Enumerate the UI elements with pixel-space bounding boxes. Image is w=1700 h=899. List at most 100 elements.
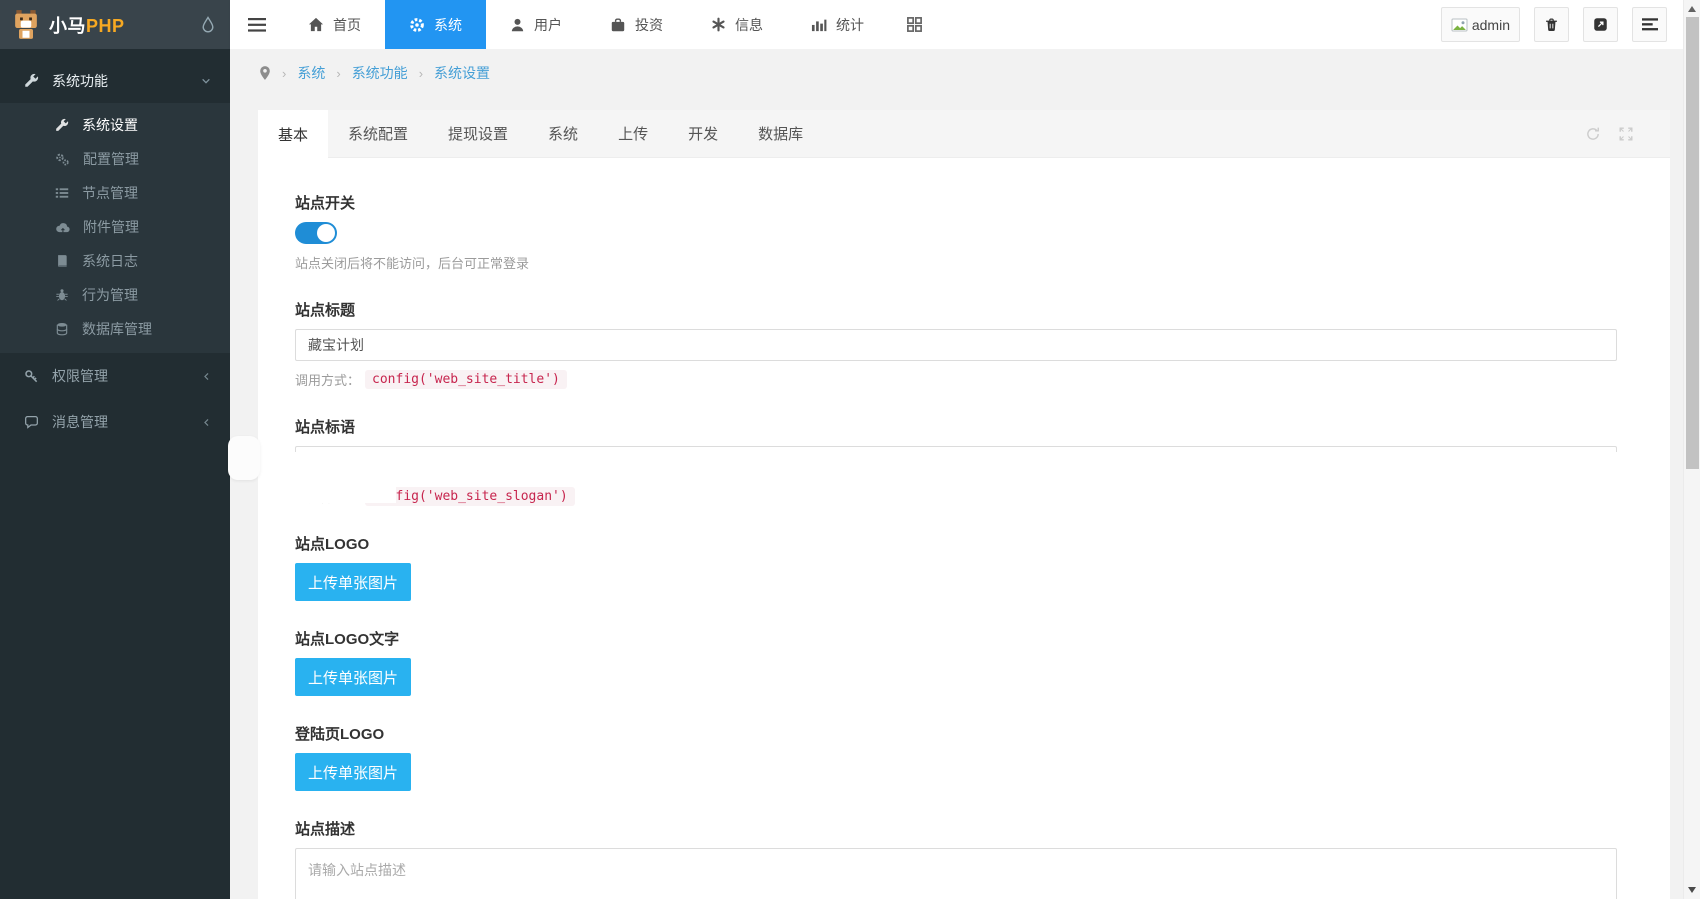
home-icon [308,17,324,32]
sidebar-section-permission-management[interactable]: 权限管理 [0,353,230,399]
field-site-description: 站点描述 [295,818,1617,899]
sidebar-section-label: 消息管理 [52,414,108,430]
sidebar-edge-handle[interactable] [228,436,260,480]
field-label: 站点LOGO [295,536,370,553]
tab-withdraw-settings[interactable]: 提现设置 [428,110,528,157]
tab-basic[interactable]: 基本 [258,110,329,158]
database-icon [55,322,69,336]
field-hint: 调用方式： config('web_site_title') [295,370,1617,389]
sidebar-section-message-management[interactable]: 消息管理 [0,399,230,445]
map-pin-icon [259,65,271,81]
user-menu-button[interactable]: admin [1440,7,1520,42]
list-icon [55,186,69,200]
briefcase-icon [610,17,626,33]
vertical-scrollbar[interactable] [1683,0,1700,899]
key-icon [24,369,39,384]
breadcrumb-link-system[interactable]: 系统 [297,63,325,83]
hint-text: 站点关闭后将不能访问，后台可正常登录 [295,256,530,271]
field-label: 登陆页LOGO [295,726,385,743]
external-link-button[interactable] [1583,7,1618,42]
tab-development[interactable]: 开发 [668,110,738,157]
bar-chart-icon [811,17,827,32]
comment-icon [24,415,39,430]
upload-image-button[interactable]: 上传单张图片 [295,753,411,791]
tab-label: 数据库 [758,126,804,143]
site-description-textarea[interactable] [295,848,1617,899]
log-list-button[interactable] [1632,7,1667,42]
sidebar-section-label: 权限管理 [52,368,108,384]
chevron-left-icon [201,417,212,428]
broken-avatar-icon [1451,17,1469,33]
sidebar-menu: 系统功能 系统设置 配置管理 节点管理 附件管理 系统日志 行为管理 数据库管理… [0,49,230,445]
tab-upload[interactable]: 上传 [598,110,668,157]
site-title-input[interactable] [295,329,1617,361]
sidebar-item-label: 数据库管理 [82,321,152,337]
field-site-title: 站点标题 调用方式： config('web_site_title') [295,299,1617,389]
field-site-logo: 站点LOGO 上传单张图片 [295,533,1617,601]
scrollbar-thumb[interactable] [1686,17,1699,469]
scroll-down-arrow-icon[interactable] [1688,887,1696,893]
refresh-icon[interactable] [1585,126,1601,142]
sidebar-item-behavior-management[interactable]: 行为管理 [0,278,230,312]
bug-icon [55,288,69,302]
hint-prefix: 调用方式： [295,373,361,388]
upload-image-button[interactable]: 上传单张图片 [295,658,411,696]
tab-database[interactable]: 数据库 [738,110,823,157]
upload-image-button[interactable]: 上传单张图片 [295,563,411,601]
nav-item-statistics[interactable]: 统计 [787,0,888,49]
tab-label: 基本 [278,126,309,144]
site-switch-toggle[interactable] [295,222,337,244]
field-login-logo: 登陆页LOGO 上传单张图片 [295,723,1617,791]
tab-label: 系统配置 [348,126,409,143]
breadcrumb-link-system-settings[interactable]: 系统设置 [434,63,490,83]
breadcrumb-separator: › [336,65,341,81]
scroll-up-arrow-icon[interactable] [1688,6,1696,12]
settings-card: 基本 系统配置 提现设置 系统 上传 开发 数据库 站点开关 站点关闭后将不能访… [258,110,1670,899]
sidebar-item-attachment-management[interactable]: 附件管理 [0,210,230,244]
brand-en: PHP [86,15,125,36]
sidebar-item-label: 系统设置 [82,117,138,133]
code-snippet: config('web_site_title') [365,370,567,389]
sidebar-item-node-management[interactable]: 节点管理 [0,176,230,210]
trash-icon [1544,17,1559,33]
nav-item-investment[interactable]: 投资 [586,0,687,49]
tab-system[interactable]: 系统 [528,110,598,157]
nav-item-label: 信息 [735,16,763,33]
expand-icon[interactable] [1618,126,1634,142]
field-label: 站点标题 [295,302,356,319]
grid-apps-icon[interactable] [888,0,941,49]
nav-item-label: 用户 [534,16,562,33]
nav-item-system[interactable]: 系统 [385,0,486,49]
tab-system-config[interactable]: 系统配置 [328,110,428,157]
tab-label: 上传 [618,126,649,143]
tab-strip-tools [1585,110,1670,157]
tab-label: 开发 [688,126,719,143]
water-drop-icon [200,15,216,34]
sidebar-submenu: 系统设置 配置管理 节点管理 附件管理 系统日志 行为管理 数据库管理 [0,103,230,353]
sidebar-item-system-settings[interactable]: 系统设置 [0,108,230,142]
field-label: 站点描述 [295,821,356,838]
nav-item-information[interactable]: 信息 [687,0,787,49]
hamburger-menu-icon[interactable] [230,0,284,49]
gear-icon [409,17,425,33]
tab-strip: 基本 系统配置 提现设置 系统 上传 开发 数据库 [258,110,1670,158]
tab-label: 提现设置 [448,126,509,143]
field-label: 站点LOGO文字 [295,631,400,648]
top-navbar: 首页 系统 用户 投资 信息 统计 admin [230,0,1683,49]
trash-button[interactable] [1534,7,1569,42]
sidebar-group-system-functions[interactable]: 系统功能 [0,58,230,103]
nav-item-label: 投资 [635,16,663,33]
nav-item-users[interactable]: 用户 [486,0,586,49]
breadcrumb: › 系统 › 系统功能 › 系统设置 [230,49,1683,97]
list-lines-icon [1641,18,1658,31]
sidebar-item-config-management[interactable]: 配置管理 [0,142,230,176]
render-glitch-overlay [258,479,396,503]
breadcrumb-link-system-functions[interactable]: 系统功能 [352,63,408,83]
code-snippet: config('web_site_slogan') [365,487,575,506]
nav-item-label: 统计 [836,16,864,33]
nav-item-home[interactable]: 首页 [284,0,385,49]
sidebar-item-database-management[interactable]: 数据库管理 [0,312,230,346]
sidebar-item-system-log[interactable]: 系统日志 [0,244,230,278]
topnav-right-tools: admin [1440,0,1683,49]
sidebar-item-label: 附件管理 [83,219,139,235]
